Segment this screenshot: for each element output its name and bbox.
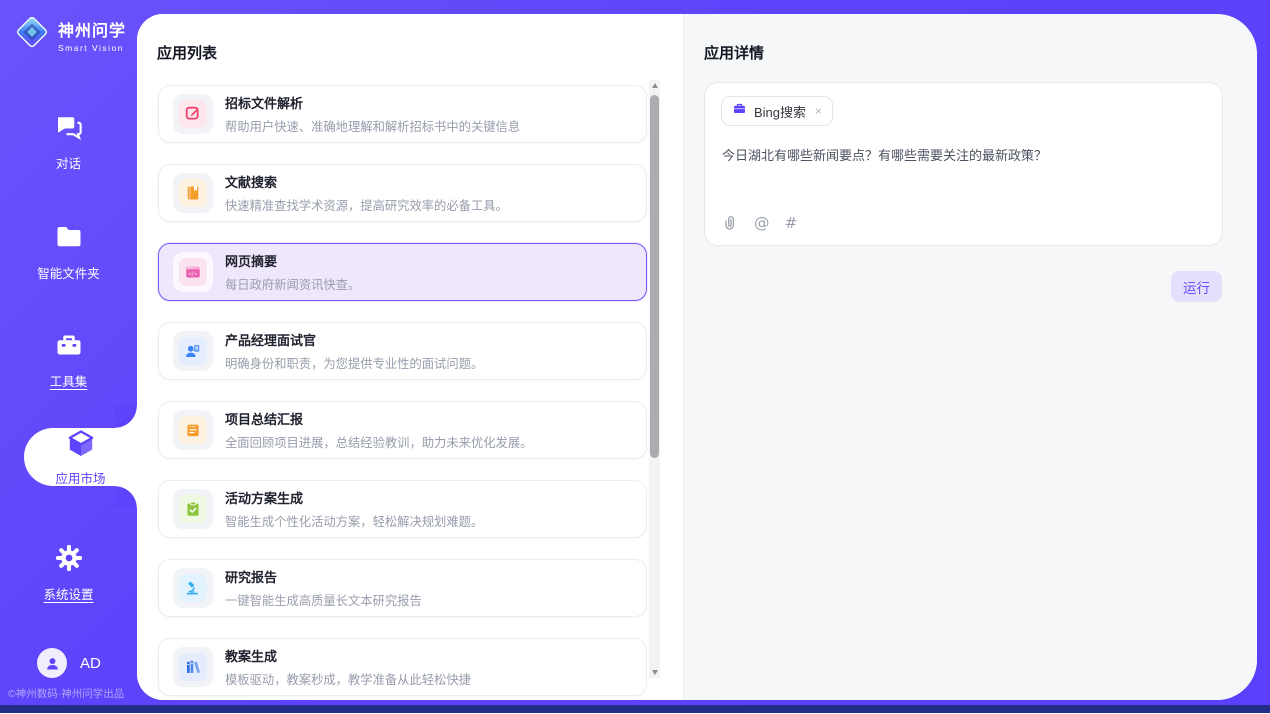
sidebar-item-settings[interactable]: 系统设置 <box>0 543 137 603</box>
app-card-bid-analysis[interactable]: 招标文件解析 帮助用户快速、准确地理解和解析招标书中的关键信息 <box>158 85 647 143</box>
app-desc: 每日政府新闻资讯快查。 <box>225 275 360 293</box>
app-title: 项目总结汇报 <box>225 409 532 428</box>
app-desc: 帮助用户快速、准确地理解和解析招标书中的关键信息 <box>225 117 520 135</box>
web-code-icon: </> <box>179 258 207 286</box>
diamond-logo-icon <box>13 13 51 56</box>
app-title: 产品经理面试官 <box>225 330 483 349</box>
app-list-header: 应用列表 <box>157 42 217 63</box>
sidebar-item-chat[interactable]: 对话 <box>0 112 137 172</box>
app-detail-header: 应用详情 <box>704 42 764 63</box>
mention-icon[interactable]: @ <box>754 214 770 232</box>
app-title: 网页摘要 <box>225 251 360 270</box>
scroll-up-arrow-icon[interactable] <box>649 80 660 91</box>
app-window: 神州问学 Smart Vision 对话 智能文件夹 <box>0 0 1270 714</box>
brand-title: 神州问学 <box>58 17 126 41</box>
sidebar: 神州问学 Smart Vision 对话 智能文件夹 <box>0 0 137 705</box>
sidebar-item-label: 对话 <box>56 153 81 172</box>
app-desc: 全面回顾项目进展，总结经验教训，助力未来优化发展。 <box>225 433 532 451</box>
microscope-icon <box>179 574 207 602</box>
run-button[interactable]: 运行 <box>1171 271 1222 302</box>
avatar <box>37 648 67 678</box>
app-desc: 明确身份和职责，为您提供专业性的面试问题。 <box>225 354 483 372</box>
app-card-event-plan[interactable]: 活动方案生成 智能生成个性化活动方案，轻松解决规划难题。 <box>158 480 647 538</box>
user-account[interactable]: AD <box>37 648 101 678</box>
app-desc: 快速精准查找学术资源，提高研究效率的必备工具。 <box>225 196 508 214</box>
app-desc: 模板驱动，教案秒成，教学准备从此轻松快捷 <box>225 670 471 688</box>
app-card-research-report[interactable]: 研究报告 一键智能生成高质量长文本研究报告 <box>158 559 647 617</box>
app-desc: 一键智能生成高质量长文本研究报告 <box>225 591 422 609</box>
app-list-scrollbar[interactable] <box>649 80 660 678</box>
app-desc: 智能生成个性化活动方案，轻松解决规划难题。 <box>225 512 483 530</box>
app-title: 文献搜索 <box>225 172 508 191</box>
sidebar-item-label: 应用市场 <box>55 468 105 487</box>
folder-icon <box>54 222 84 257</box>
app-card-lesson-plan[interactable]: 教案生成 模板驱动，教案秒成，教学准备从此轻松快捷 <box>158 638 647 696</box>
app-card-project-summary[interactable]: 项目总结汇报 全面回顾项目进展，总结经验教训，助力未来优化发展。 <box>158 401 647 459</box>
app-card-pm-interviewer[interactable]: 产品经理面试官 明确身份和职责，为您提供专业性的面试问题。 <box>158 322 647 380</box>
paperclip-icon[interactable] <box>722 215 739 232</box>
app-card-literature-search[interactable]: 文献搜索 快速精准查找学术资源，提高研究效率的必备工具。 <box>158 164 647 222</box>
books-icon <box>179 653 207 681</box>
sidebar-footer: ©神州数码·神州问学出品 <box>8 686 137 701</box>
app-title: 活动方案生成 <box>225 488 483 507</box>
app-detail-panel: 应用详情 Bing搜索 × 今日湖北有哪些新闻要点？有哪些需要关注的最新政策？ <box>683 14 1257 700</box>
clipboard-check-icon <box>179 495 207 523</box>
question-toolbar: @ # <box>722 214 798 232</box>
notepad-icon <box>179 416 207 444</box>
app-title: 研究报告 <box>225 567 422 586</box>
hash-icon[interactable]: # <box>785 214 798 232</box>
sidebar-item-label: 系统设置 <box>43 584 93 603</box>
question-text: 今日湖北有哪些新闻要点？有哪些需要关注的最新政策？ <box>722 146 1192 166</box>
gear-icon <box>54 543 84 578</box>
scroll-down-arrow-icon[interactable] <box>649 667 660 678</box>
user-initials: AD <box>80 655 101 672</box>
close-icon[interactable]: × <box>815 104 822 118</box>
app-cards: 招标文件解析 帮助用户快速、准确地理解和解析招标书中的关键信息 文献搜索 <box>158 85 647 700</box>
toolbox-icon <box>54 330 84 365</box>
briefcase-icon <box>732 101 747 121</box>
app-list-panel: 应用列表 招标文件解析 帮助用户快速、准确地理解和解析招标书中的关键信息 <box>137 14 683 700</box>
brand-logo: 神州问学 Smart Vision <box>13 13 126 56</box>
chat-icon <box>54 112 84 147</box>
scrollbar-thumb[interactable] <box>650 95 659 458</box>
app-title: 招标文件解析 <box>225 93 520 112</box>
tool-chip-label: Bing搜索 <box>754 102 806 121</box>
sidebar-item-toolset[interactable]: 工具集 <box>0 330 137 390</box>
svg-text:</>: </> <box>189 271 198 277</box>
brand-subtitle: Smart Vision <box>58 43 126 53</box>
bottom-navy-bar <box>0 705 1270 713</box>
sidebar-item-label: 工具集 <box>50 371 88 390</box>
app-card-web-summary[interactable]: </> 网页摘要 每日政府新闻资讯快查。 <box>158 243 647 301</box>
main-content: 应用列表 招标文件解析 帮助用户快速、准确地理解和解析招标书中的关键信息 <box>137 14 1257 700</box>
app-title: 教案生成 <box>225 646 471 665</box>
cube-icon <box>65 428 97 465</box>
sidebar-item-app-market[interactable]: 应用市场 <box>24 428 137 486</box>
interviewer-icon <box>179 337 207 365</box>
book-icon <box>179 179 207 207</box>
question-card: Bing搜索 × 今日湖北有哪些新闻要点？有哪些需要关注的最新政策？ @ # <box>704 82 1223 246</box>
sidebar-item-label: 智能文件夹 <box>37 263 100 282</box>
tool-chip-bing-search[interactable]: Bing搜索 × <box>721 96 833 126</box>
sidebar-item-smart-folder[interactable]: 智能文件夹 <box>0 222 137 282</box>
doc-edit-icon <box>179 100 207 128</box>
